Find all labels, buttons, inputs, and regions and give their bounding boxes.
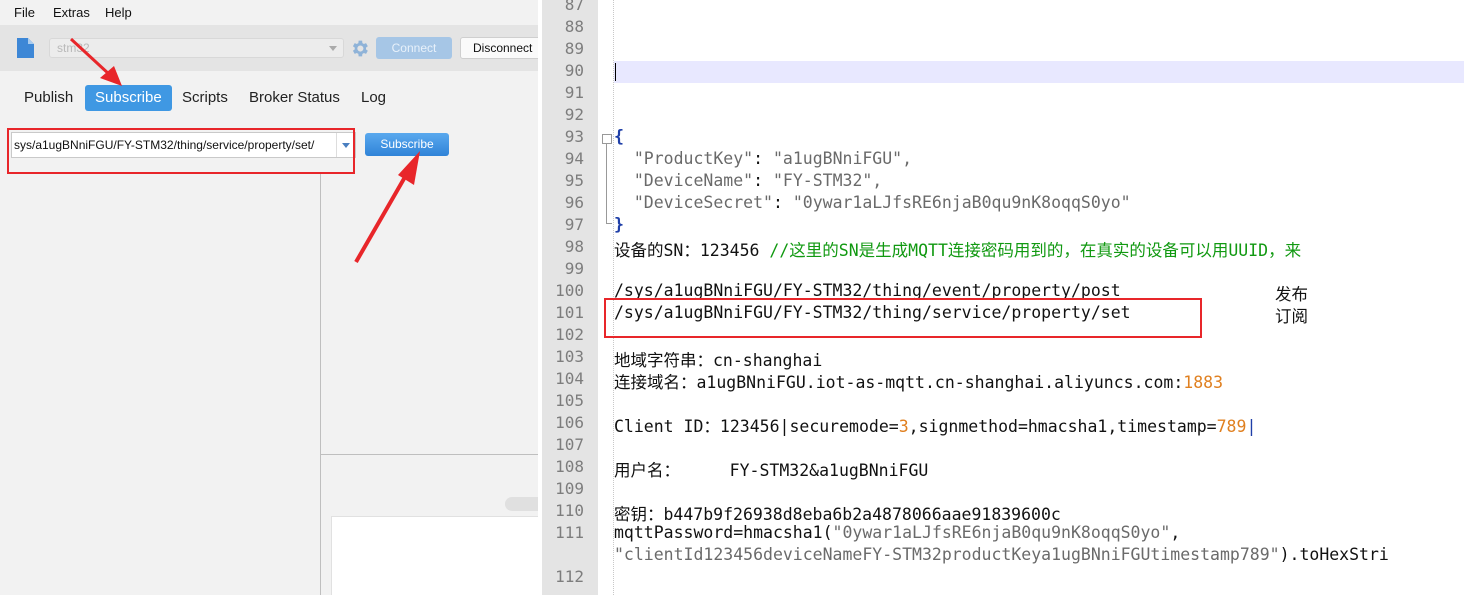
- connection-toolbar: stm32 Connect Disconnect: [0, 25, 538, 71]
- profile-select-value: stm32: [57, 41, 90, 55]
- menu-help[interactable]: Help: [105, 5, 132, 20]
- line-number: 104: [555, 369, 584, 388]
- line-number: 111: [555, 523, 584, 542]
- message-payload-area[interactable]: [331, 516, 538, 595]
- tab-broker-status[interactable]: Broker Status: [249, 85, 340, 111]
- disconnect-button[interactable]: Disconnect: [460, 37, 538, 59]
- code-line[interactable]: "ProductKey": "a1ugBNniFGU",: [614, 149, 912, 168]
- mqtt-client-window: File Extras Help stm32 Connect Disconnec…: [0, 0, 538, 595]
- topic-set-label: 订阅: [1275, 307, 1308, 326]
- fold-guide: [606, 144, 607, 224]
- code-line[interactable]: }: [614, 215, 624, 234]
- line-number: 89: [564, 39, 584, 58]
- connect-button[interactable]: Connect: [376, 37, 452, 59]
- code-line[interactable]: "DeviceSecret": "0ywar1aLJfsRE6njaB0qu9n…: [614, 193, 1131, 212]
- fold-guide-end: [606, 223, 612, 224]
- line-number: 108: [555, 457, 584, 476]
- code-line[interactable]: "DeviceName": "FY-STM32",: [614, 171, 882, 190]
- line-number: 87: [564, 0, 584, 14]
- line-number: 91: [564, 83, 584, 102]
- line-number: 106: [555, 413, 584, 432]
- subscribe-button[interactable]: Subscribe: [365, 133, 449, 156]
- code-line[interactable]: 地域字符串：cn-shanghai: [614, 347, 822, 371]
- code-line[interactable]: "clientId123456deviceNameFY-STM32product…: [614, 545, 1389, 564]
- code-line[interactable]: /sys/a1ugBNniFGU/FY-STM32/thing/event/pr…: [614, 281, 1121, 300]
- line-number: 112: [555, 567, 584, 586]
- tab-scripts[interactable]: Scripts: [182, 85, 228, 111]
- line-number: 88: [564, 17, 584, 36]
- line-number: 100: [555, 281, 584, 300]
- subscribe-topic-input[interactable]: [14, 135, 336, 155]
- line-number: 95: [564, 171, 584, 190]
- line-number: 105: [555, 391, 584, 410]
- code-line[interactable]: {: [614, 127, 624, 146]
- line-number: 90: [564, 61, 584, 80]
- line-number: 97: [564, 215, 584, 234]
- gear-icon[interactable]: [349, 38, 370, 59]
- chevron-down-icon: [329, 46, 337, 51]
- code-line[interactable]: 连接域名：a1ugBNniFGU.iot-as-mqtt.cn-shanghai…: [614, 369, 1223, 393]
- chevron-down-icon: [342, 143, 350, 148]
- file-icon[interactable]: [16, 37, 35, 59]
- line-number: 103: [555, 347, 584, 366]
- code-editor: 87 88 89 90 91 92 93 94 95 96 97 98 99 1…: [538, 0, 1464, 595]
- code-line[interactable]: /sys/a1ugBNniFGU/FY-STM32/thing/service/…: [614, 303, 1131, 322]
- line-number: 107: [555, 435, 584, 454]
- text-caret: [615, 63, 616, 81]
- code-line[interactable]: 密钥：b447b9f26938d8eba6b2a4878066aae918396…: [614, 501, 1061, 525]
- tab-subscribe[interactable]: Subscribe: [85, 85, 172, 111]
- code-line[interactable]: mqttPassword=hmacsha1("0ywar1aLJfsRE6nja…: [614, 523, 1180, 542]
- line-number: 93: [564, 127, 584, 146]
- current-line-highlight: [614, 61, 1464, 83]
- subscribe-topic-combo[interactable]: [11, 132, 356, 158]
- line-number: 99: [564, 259, 584, 278]
- tab-log[interactable]: Log: [361, 85, 386, 111]
- code-line[interactable]: 设备的SN：123456 //这里的SN是生成MQTT连接密码用到的，在真实的设…: [614, 237, 1301, 261]
- line-number: 98: [564, 237, 584, 256]
- menu-file[interactable]: File: [14, 5, 35, 20]
- fold-margin: [598, 0, 614, 595]
- subscriptions-list[interactable]: [0, 172, 321, 595]
- code-line[interactable]: 用户名： FY-STM32&a1ugBNniFGU: [614, 457, 928, 481]
- menu-bar: File Extras Help: [0, 0, 538, 24]
- scrollbar-thumb[interactable]: [505, 497, 538, 511]
- code-line[interactable]: Client ID：123456|securemode=3,signmethod…: [614, 413, 1256, 437]
- main-tabs: Publish Subscribe Scripts Broker Status …: [0, 84, 538, 112]
- profile-select[interactable]: stm32: [49, 38, 344, 58]
- tab-publish[interactable]: Publish: [24, 85, 73, 111]
- line-number: 101: [555, 303, 584, 322]
- fold-toggle-icon[interactable]: [602, 134, 612, 144]
- menu-extras[interactable]: Extras: [53, 5, 90, 20]
- topic-dropdown-button[interactable]: [336, 133, 355, 157]
- line-number: 110: [555, 501, 584, 520]
- line-number: 94: [564, 149, 584, 168]
- topic-post-label: 发布: [1275, 285, 1308, 304]
- line-number: 102: [555, 325, 584, 344]
- line-number: 92: [564, 105, 584, 124]
- line-number: 96: [564, 193, 584, 212]
- line-number: 109: [555, 479, 584, 498]
